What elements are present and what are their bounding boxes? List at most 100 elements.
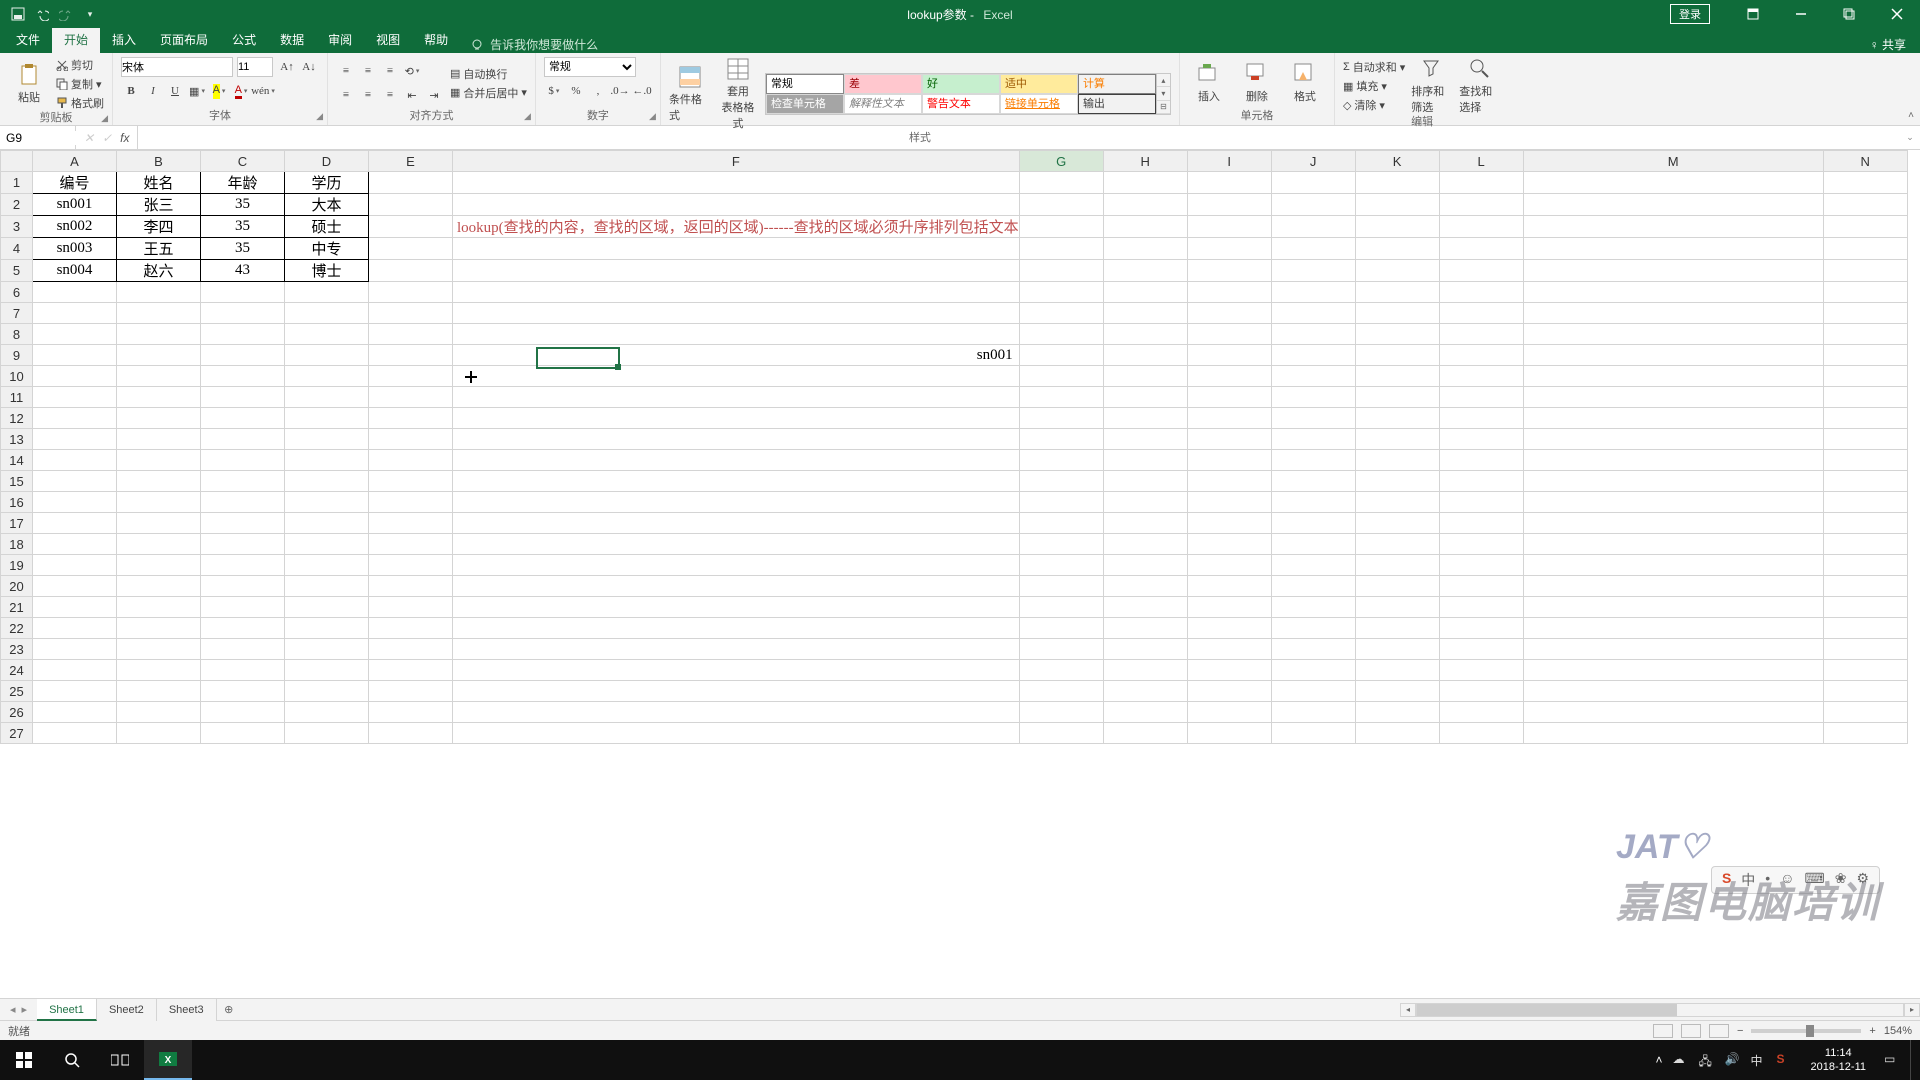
cell-C3[interactable]: 35 — [201, 216, 285, 238]
cell-N2[interactable] — [1823, 194, 1907, 216]
cell-I25[interactable] — [1187, 681, 1271, 702]
row-header-26[interactable]: 26 — [1, 702, 33, 723]
add-sheet-button[interactable]: ⊕ — [217, 1003, 241, 1016]
cell-C8[interactable] — [201, 324, 285, 345]
wrap-text-button[interactable]: ▤ 自动换行 — [450, 66, 527, 82]
indent-increase-icon[interactable]: ⇥ — [424, 85, 444, 105]
zoom-out-icon[interactable]: − — [1737, 1025, 1743, 1037]
style-警告文本[interactable]: 警告文本 — [922, 94, 1000, 114]
start-button[interactable] — [0, 1040, 48, 1080]
number-format-select[interactable]: 常规 — [544, 57, 636, 77]
zoom-level[interactable]: 154% — [1884, 1025, 1912, 1037]
cell-J23[interactable] — [1271, 639, 1355, 660]
cell-K3[interactable] — [1355, 216, 1439, 238]
cell-B18[interactable] — [117, 534, 201, 555]
cell-M25[interactable] — [1523, 681, 1823, 702]
row-header-19[interactable]: 19 — [1, 555, 33, 576]
cell-L18[interactable] — [1439, 534, 1523, 555]
row-header-4[interactable]: 4 — [1, 238, 33, 260]
cell-J6[interactable] — [1271, 282, 1355, 303]
cell-L24[interactable] — [1439, 660, 1523, 681]
cell-N27[interactable] — [1823, 723, 1907, 744]
cell-F4[interactable] — [453, 238, 1020, 260]
cell-J2[interactable] — [1271, 194, 1355, 216]
cell-J12[interactable] — [1271, 408, 1355, 429]
cell-A22[interactable] — [33, 618, 117, 639]
cell-A17[interactable] — [33, 513, 117, 534]
font-color-button[interactable]: A — [231, 81, 251, 101]
cell-N14[interactable] — [1823, 450, 1907, 471]
cell-F21[interactable] — [453, 597, 1020, 618]
cell-D22[interactable] — [285, 618, 369, 639]
cell-H16[interactable] — [1103, 492, 1187, 513]
cell-B9[interactable] — [117, 345, 201, 366]
scroll-left-icon[interactable]: ◂ — [1400, 1003, 1416, 1017]
cell-K25[interactable] — [1355, 681, 1439, 702]
cell-A14[interactable] — [33, 450, 117, 471]
cell-D8[interactable] — [285, 324, 369, 345]
ime-item-2[interactable]: ☺ — [1780, 870, 1794, 890]
cell-I5[interactable] — [1187, 260, 1271, 282]
cell-D17[interactable] — [285, 513, 369, 534]
cancel-formula-icon[interactable]: ✕ — [84, 131, 94, 145]
tab-formulas[interactable]: 公式 — [220, 28, 268, 53]
cell-B27[interactable] — [117, 723, 201, 744]
cell-C12[interactable] — [201, 408, 285, 429]
cell-G23[interactable] — [1019, 639, 1103, 660]
cell-K7[interactable] — [1355, 303, 1439, 324]
cell-G7[interactable] — [1019, 303, 1103, 324]
cell-A8[interactable] — [33, 324, 117, 345]
close-icon[interactable] — [1874, 0, 1920, 28]
style-解释性文本[interactable]: 解释性文本 — [844, 94, 922, 114]
style-gallery-nav[interactable]: ⊟ — [1157, 101, 1170, 114]
column-header-K[interactable]: K — [1355, 151, 1439, 172]
cell-J14[interactable] — [1271, 450, 1355, 471]
cell-C24[interactable] — [201, 660, 285, 681]
cell-L25[interactable] — [1439, 681, 1523, 702]
cell-N1[interactable] — [1823, 172, 1907, 194]
cell-E27[interactable] — [369, 723, 453, 744]
cell-G5[interactable] — [1019, 260, 1103, 282]
row-header-15[interactable]: 15 — [1, 471, 33, 492]
cell-C20[interactable] — [201, 576, 285, 597]
cell-E8[interactable] — [369, 324, 453, 345]
cell-M27[interactable] — [1523, 723, 1823, 744]
cell-L4[interactable] — [1439, 238, 1523, 260]
cell-E18[interactable] — [369, 534, 453, 555]
cell-G9[interactable] — [1019, 345, 1103, 366]
row-header-17[interactable]: 17 — [1, 513, 33, 534]
cell-J26[interactable] — [1271, 702, 1355, 723]
cell-L27[interactable] — [1439, 723, 1523, 744]
cell-E10[interactable] — [369, 366, 453, 387]
format-cells-button[interactable]: 格式 — [1284, 62, 1326, 104]
cell-N5[interactable] — [1823, 260, 1907, 282]
cell-B25[interactable] — [117, 681, 201, 702]
border-button[interactable]: ▦ — [187, 81, 207, 101]
cell-M6[interactable] — [1523, 282, 1823, 303]
style-计算[interactable]: 计算 — [1078, 74, 1156, 94]
row-header-13[interactable]: 13 — [1, 429, 33, 450]
column-header-I[interactable]: I — [1187, 151, 1271, 172]
cell-M9[interactable] — [1523, 345, 1823, 366]
increase-decimal-icon[interactable]: .0→ — [610, 81, 630, 101]
cell-E3[interactable] — [369, 216, 453, 238]
row-header-21[interactable]: 21 — [1, 597, 33, 618]
row-header-16[interactable]: 16 — [1, 492, 33, 513]
align-launcher-icon[interactable]: ◢ — [524, 109, 531, 123]
cell-L14[interactable] — [1439, 450, 1523, 471]
cell-C19[interactable] — [201, 555, 285, 576]
confirm-formula-icon[interactable]: ✓ — [102, 131, 112, 145]
cell-E13[interactable] — [369, 429, 453, 450]
cell-F17[interactable] — [453, 513, 1020, 534]
cell-K1[interactable] — [1355, 172, 1439, 194]
cell-L21[interactable] — [1439, 597, 1523, 618]
cell-I6[interactable] — [1187, 282, 1271, 303]
cell-J7[interactable] — [1271, 303, 1355, 324]
cell-A24[interactable] — [33, 660, 117, 681]
paste-button[interactable]: 粘贴 — [8, 63, 50, 105]
find-select-button[interactable]: 查找和选择 — [1459, 57, 1501, 115]
cell-N21[interactable] — [1823, 597, 1907, 618]
cell-L23[interactable] — [1439, 639, 1523, 660]
ime-item-3[interactable]: ⌨ — [1804, 870, 1824, 890]
insert-cells-button[interactable]: 插入 — [1188, 62, 1230, 104]
